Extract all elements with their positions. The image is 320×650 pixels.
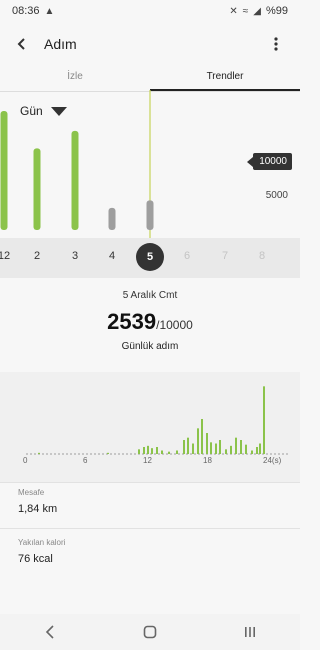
mute-icon: ✕ (229, 5, 238, 17)
step-count: 2539/10000 (0, 309, 300, 335)
nav-recents-button[interactable] (230, 617, 270, 647)
goal-badge: 10000 (247, 153, 292, 170)
day-label-4[interactable]: 4 (99, 250, 125, 262)
caret-down-icon (50, 106, 67, 116)
status-right: ✕ ≈ ◢ %99 (229, 5, 288, 17)
hourly-steps-chart (26, 386, 290, 455)
hourly-bar (156, 447, 158, 454)
hour-label: 24(s) (263, 456, 282, 465)
more-options-button[interactable] (262, 30, 290, 58)
hourly-bar (197, 428, 199, 454)
hourly-bar (215, 443, 217, 454)
divider (0, 482, 300, 483)
day-label-6[interactable]: 6 (174, 250, 200, 262)
selected-date: 5 Aralık Cmt (122, 290, 178, 301)
day-label-7[interactable]: 7 (212, 250, 238, 262)
hourly-bar (206, 433, 208, 454)
hourly-bar (219, 440, 221, 454)
period-label: Gün (20, 104, 43, 118)
hourly-bar (192, 443, 194, 454)
day-detail: 5 Aralık Cmt 2539/10000 Günlük adım (0, 290, 300, 352)
step-goal: /10000 (156, 318, 193, 332)
more-vert-icon (274, 37, 278, 51)
hourly-bar (230, 445, 232, 454)
hour-label: 12 (143, 456, 152, 465)
step-value: 2539 (107, 309, 157, 334)
hourly-bar (143, 447, 145, 454)
home-nav-icon (143, 625, 157, 639)
tab-watch[interactable]: İzle (0, 66, 150, 91)
hourly-bar (107, 452, 109, 454)
hourly-bar (240, 440, 242, 454)
daily-steps-label: Günlük adım (121, 341, 179, 352)
calories-stat: Yakılan kalori 76 kcal (0, 538, 300, 565)
hourly-bar (183, 440, 185, 454)
hourly-bar (263, 386, 265, 454)
hour-label: 18 (203, 456, 212, 465)
tab-bar: İzle Trendler (0, 66, 300, 92)
page-title: Adım (44, 36, 77, 52)
day-label-3[interactable]: 3 (62, 250, 88, 262)
back-nav-icon (45, 625, 54, 639)
battery-level: %99 (265, 5, 288, 17)
distance-label: Mesafe (18, 488, 45, 497)
recents-nav-icon (245, 627, 255, 637)
hourly-bar (256, 447, 258, 454)
day-bar-12[interactable] (0, 111, 8, 230)
distance-stat: Mesafe 1,84 km (0, 488, 300, 515)
hourly-chart-panel (0, 372, 300, 482)
hourly-bar (245, 444, 247, 454)
calories-value: 76 kcal (18, 553, 53, 565)
hourly-bar (225, 449, 227, 454)
status-bar: 08:36 ▲ ✕ ≈ ◢ %99 (0, 0, 300, 22)
day-label-12[interactable]: 12 (0, 250, 17, 262)
hour-label: 0 (23, 456, 28, 465)
status-time: 08:36 (12, 5, 40, 17)
day-bar-4[interactable] (108, 207, 116, 230)
day-label-2[interactable]: 2 (24, 250, 50, 262)
hourly-bar (201, 419, 203, 454)
day-bar-3[interactable] (71, 130, 79, 230)
divider (0, 528, 300, 529)
hourly-bar (168, 451, 170, 454)
period-dropdown[interactable]: Gün (20, 104, 67, 118)
notification-bell-icon: ▲ (44, 5, 55, 17)
nav-home-button[interactable] (130, 617, 170, 647)
day-bar-2[interactable] (33, 148, 41, 230)
day-bar-5[interactable] (146, 200, 154, 230)
hourly-bar (235, 437, 237, 454)
hourly-bar (138, 449, 140, 454)
calories-label: Yakılan kalori (18, 538, 66, 547)
system-nav-bar (0, 614, 300, 650)
status-left: 08:36 ▲ (12, 5, 54, 17)
day-label-8[interactable]: 8 (249, 250, 275, 262)
back-button[interactable] (0, 26, 44, 62)
hourly-bar (151, 448, 153, 454)
hourly-bar (187, 437, 189, 454)
nav-back-button[interactable] (30, 617, 70, 647)
day-axis: 12 2 3 4 5 6 7 8 (0, 238, 300, 278)
hourly-bar (259, 443, 261, 454)
hourly-bar (210, 442, 212, 454)
app-bar: Adım (0, 26, 300, 62)
hourly-bar (251, 450, 253, 454)
hourly-bar (161, 450, 163, 454)
hourly-bar (176, 450, 178, 454)
signal-icon: ◢ (253, 5, 261, 17)
day-label-5[interactable]: 5 (136, 243, 164, 271)
tab-trends[interactable]: Trendler (150, 66, 300, 91)
back-arrow-icon (17, 38, 25, 50)
wifi-icon: ≈ (242, 5, 249, 17)
y-tick-5000: 5000 (265, 190, 288, 201)
hour-label: 6 (83, 456, 88, 465)
distance-value: 1,84 km (18, 503, 58, 515)
hourly-bar (38, 452, 40, 454)
hourly-bar (147, 445, 149, 454)
